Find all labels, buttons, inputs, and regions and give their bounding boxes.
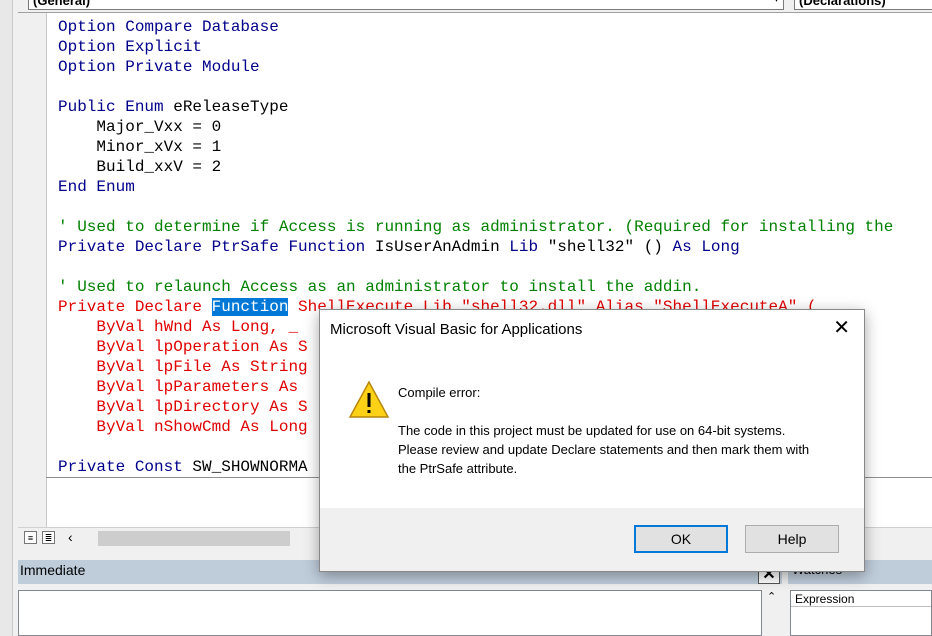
- scroll-up-icon[interactable]: ⌃: [767, 590, 776, 603]
- ok-button[interactable]: OK: [634, 525, 728, 553]
- code-token: Private Const: [58, 458, 193, 476]
- code-token: Build_xxV = 2: [58, 158, 222, 176]
- code-token: ByVal lpOperation As S: [58, 338, 308, 356]
- code-token: Private Declare PtrSafe Function: [58, 238, 375, 256]
- code-line[interactable]: [58, 257, 893, 277]
- code-line[interactable]: Major_Vxx = 0: [58, 117, 893, 137]
- object-combo-value: (General): [33, 0, 91, 8]
- procedure-view-button[interactable]: ≡: [24, 531, 37, 544]
- watches-list[interactable]: Expression: [790, 590, 932, 636]
- procedure-combo[interactable]: (Declarations): [794, 0, 932, 10]
- code-token: ByVal lpDirectory As S: [58, 398, 308, 416]
- code-token: ' Used to relaunch Access as an administ…: [58, 278, 702, 296]
- code-line[interactable]: ' Used to determine if Access is running…: [58, 217, 893, 237]
- code-line[interactable]: Minor_xVx = 1: [58, 137, 893, 157]
- code-token: End Enum: [58, 178, 135, 196]
- object-combo[interactable]: (General) ▾: [28, 0, 784, 10]
- code-token: Private Declare: [58, 298, 212, 316]
- code-token: Lib: [509, 238, 548, 256]
- scroll-left-icon[interactable]: ‹: [68, 529, 73, 545]
- code-line[interactable]: Public Enum eReleaseType: [58, 97, 893, 117]
- code-token: eReleaseType: [173, 98, 289, 116]
- code-line[interactable]: Option Compare Database: [58, 17, 893, 37]
- chevron-down-icon[interactable]: ▾: [774, 0, 779, 6]
- code-token: Option Compare Database: [58, 18, 279, 36]
- code-line[interactable]: End Enum: [58, 177, 893, 197]
- immediate-input[interactable]: [18, 590, 762, 636]
- code-token: "shell32" (): [547, 238, 673, 256]
- scrollbar-thumb[interactable]: [98, 531, 290, 546]
- dialog-heading: Compile error:: [398, 385, 481, 400]
- dialog-title: Microsoft Visual Basic for Applications: [330, 321, 583, 338]
- immediate-title: Immediate: [20, 562, 86, 578]
- code-line[interactable]: Option Explicit: [58, 37, 893, 57]
- help-button[interactable]: Help: [745, 525, 839, 553]
- code-token: Option Private Module: [58, 58, 260, 76]
- left-panel-strip: [0, 0, 13, 636]
- dialog-message: The code in this project must be updated…: [398, 423, 810, 476]
- code-token: Option Explicit: [58, 38, 203, 56]
- procedure-combo-value: (Declarations): [799, 0, 886, 8]
- full-module-view-button[interactable]: ≣: [42, 531, 55, 544]
- vertical-scrollbar[interactable]: ⌃: [762, 590, 782, 636]
- dialog-button-bar: OK Help: [320, 508, 864, 571]
- code-token: Minor_xVx = 1: [58, 138, 222, 156]
- code-line[interactable]: [58, 77, 893, 97]
- compile-error-dialog: Microsoft Visual Basic for Applications …: [319, 309, 865, 572]
- code-margin: [18, 13, 47, 533]
- code-token: ByVal nShowCmd As Long: [58, 418, 308, 436]
- close-icon[interactable]: ✕: [833, 318, 850, 338]
- code-token: Major_Vxx = 0: [58, 118, 222, 136]
- code-line[interactable]: Option Private Module: [58, 57, 893, 77]
- code-token: Public Enum: [58, 98, 174, 116]
- selected-token: Function: [211, 298, 289, 316]
- code-line[interactable]: ' Used to relaunch Access as an administ…: [58, 277, 893, 297]
- expression-column-header[interactable]: Expression: [791, 591, 931, 607]
- code-token: ByVal hWnd As Long, _: [58, 318, 299, 336]
- code-line[interactable]: Build_xxV = 2: [58, 157, 893, 177]
- code-token: ' Used to determine if Access is running…: [58, 218, 894, 236]
- code-line[interactable]: Private Declare PtrSafe Function IsUserA…: [58, 237, 893, 257]
- code-line[interactable]: [58, 197, 893, 217]
- code-token: ByVal lpFile As String: [58, 358, 308, 376]
- warning-icon: [348, 380, 390, 418]
- code-token: ByVal lpParameters As: [58, 378, 308, 396]
- code-token: SW_SHOWNORMA: [192, 458, 308, 476]
- code-token: IsUserAnAdmin: [374, 238, 510, 256]
- code-token: As Long: [672, 238, 740, 256]
